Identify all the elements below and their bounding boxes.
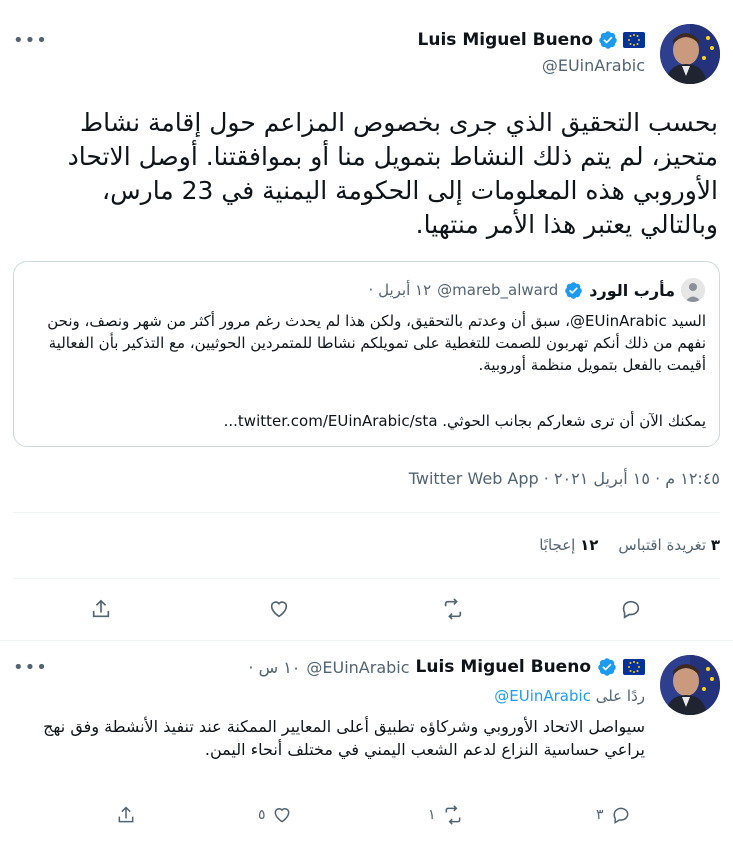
retweet-icon [444,598,462,620]
quoted-tweet-text-link: يمكنك الآن أن ترى شعاركم بجانب الحوثي. t… [223,412,706,430]
reply-share-button[interactable] [116,805,136,825]
tweet-timestamp[interactable]: ١٢:٤٥ م · ١٥ أبريل ٢٠٢١ · Twitter Web Ap… [409,469,720,488]
verified-badge-icon [598,658,616,676]
quoted-author-handle: @mareb_alward [437,281,559,299]
reply-icon [613,807,628,824]
quoted-author-name: مأرب الورد [589,280,675,300]
reply-author-name[interactable]: Luis Miguel Bueno [416,657,591,677]
eu-flag-icon [623,659,645,675]
retweet-button[interactable] [441,598,465,620]
verified-badge-icon [599,31,617,49]
share-icon [92,599,110,618]
likes-stat[interactable]: ١٢ إعجابًا [539,536,598,554]
quoted-tweet-text: السيد EUinArabic@، سبق أن وعدتم بالتحقيق… [47,312,706,374]
reply-time[interactable]: ١٠ س · [248,658,300,677]
reply-like-button[interactable]: ٥ [258,805,292,825]
author-name-row[interactable]: Luis Miguel Bueno [418,30,645,50]
reply-retweet-count: ١ [428,807,436,823]
reply-like-count: ٥ [258,807,266,823]
main-tweet: ••• Luis Miguel Bueno @EUinArabic بحسب ا… [0,0,733,640]
reply-more-options-icon[interactable]: ••• [13,657,48,678]
quoted-tweet-card[interactable]: مأرب الورد @mareb_alward ١٢ أبريل · السي… [13,261,720,447]
reply-tweet[interactable]: ١٠ س · @EUinArabic Luis Miguel Bueno •••… [0,641,733,843]
heart-icon [270,601,288,618]
reply-author-handle[interactable]: @EUinArabic [306,658,409,677]
tweet-text: بحسب التحقيق الذي جرى بخصوص المزاعم حول … [67,108,718,239]
verified-badge-icon [565,281,583,299]
share-button[interactable] [90,598,112,620]
reply-icon [622,600,640,619]
reply-author-row: ١٠ س · @EUinArabic Luis Miguel Bueno [248,657,645,677]
heart-icon [274,808,289,823]
quote-tweets-stat[interactable]: ٣ تغريدة اقتباس [618,536,720,554]
more-options-icon[interactable]: ••• [13,30,48,51]
author-avatar[interactable] [660,24,720,84]
replying-to: ردًا على @EUinArabic [494,687,645,705]
reply-text: سيواصل الاتحاد الأوروبي وشركاؤه تطبيق أع… [43,717,645,759]
reply-button[interactable] [619,598,643,620]
like-button[interactable] [267,598,291,620]
divider [13,578,720,579]
author-name[interactable]: Luis Miguel Bueno [418,30,593,50]
reply-author-avatar[interactable] [660,655,720,715]
divider [13,512,720,513]
retweet-icon [445,805,460,825]
reply-reply-button[interactable]: ٣ [596,805,632,825]
reply-reply-count: ٣ [596,807,604,823]
author-handle[interactable]: @EUinArabic [542,56,645,75]
quoted-author-row: مأرب الورد @mareb_alward ١٢ أبريل · [369,278,705,302]
quoted-date: ١٢ أبريل · [368,281,432,299]
eu-flag-icon [623,32,645,48]
reply-retweet-button[interactable]: ١ [428,805,464,825]
share-icon [118,806,134,823]
quoted-author-avatar [681,278,705,302]
tweet-stats: ٣ تغريدة اقتباس ١٢ إعجابًا [539,536,720,554]
replying-to-link[interactable]: @EUinArabic [494,687,591,705]
